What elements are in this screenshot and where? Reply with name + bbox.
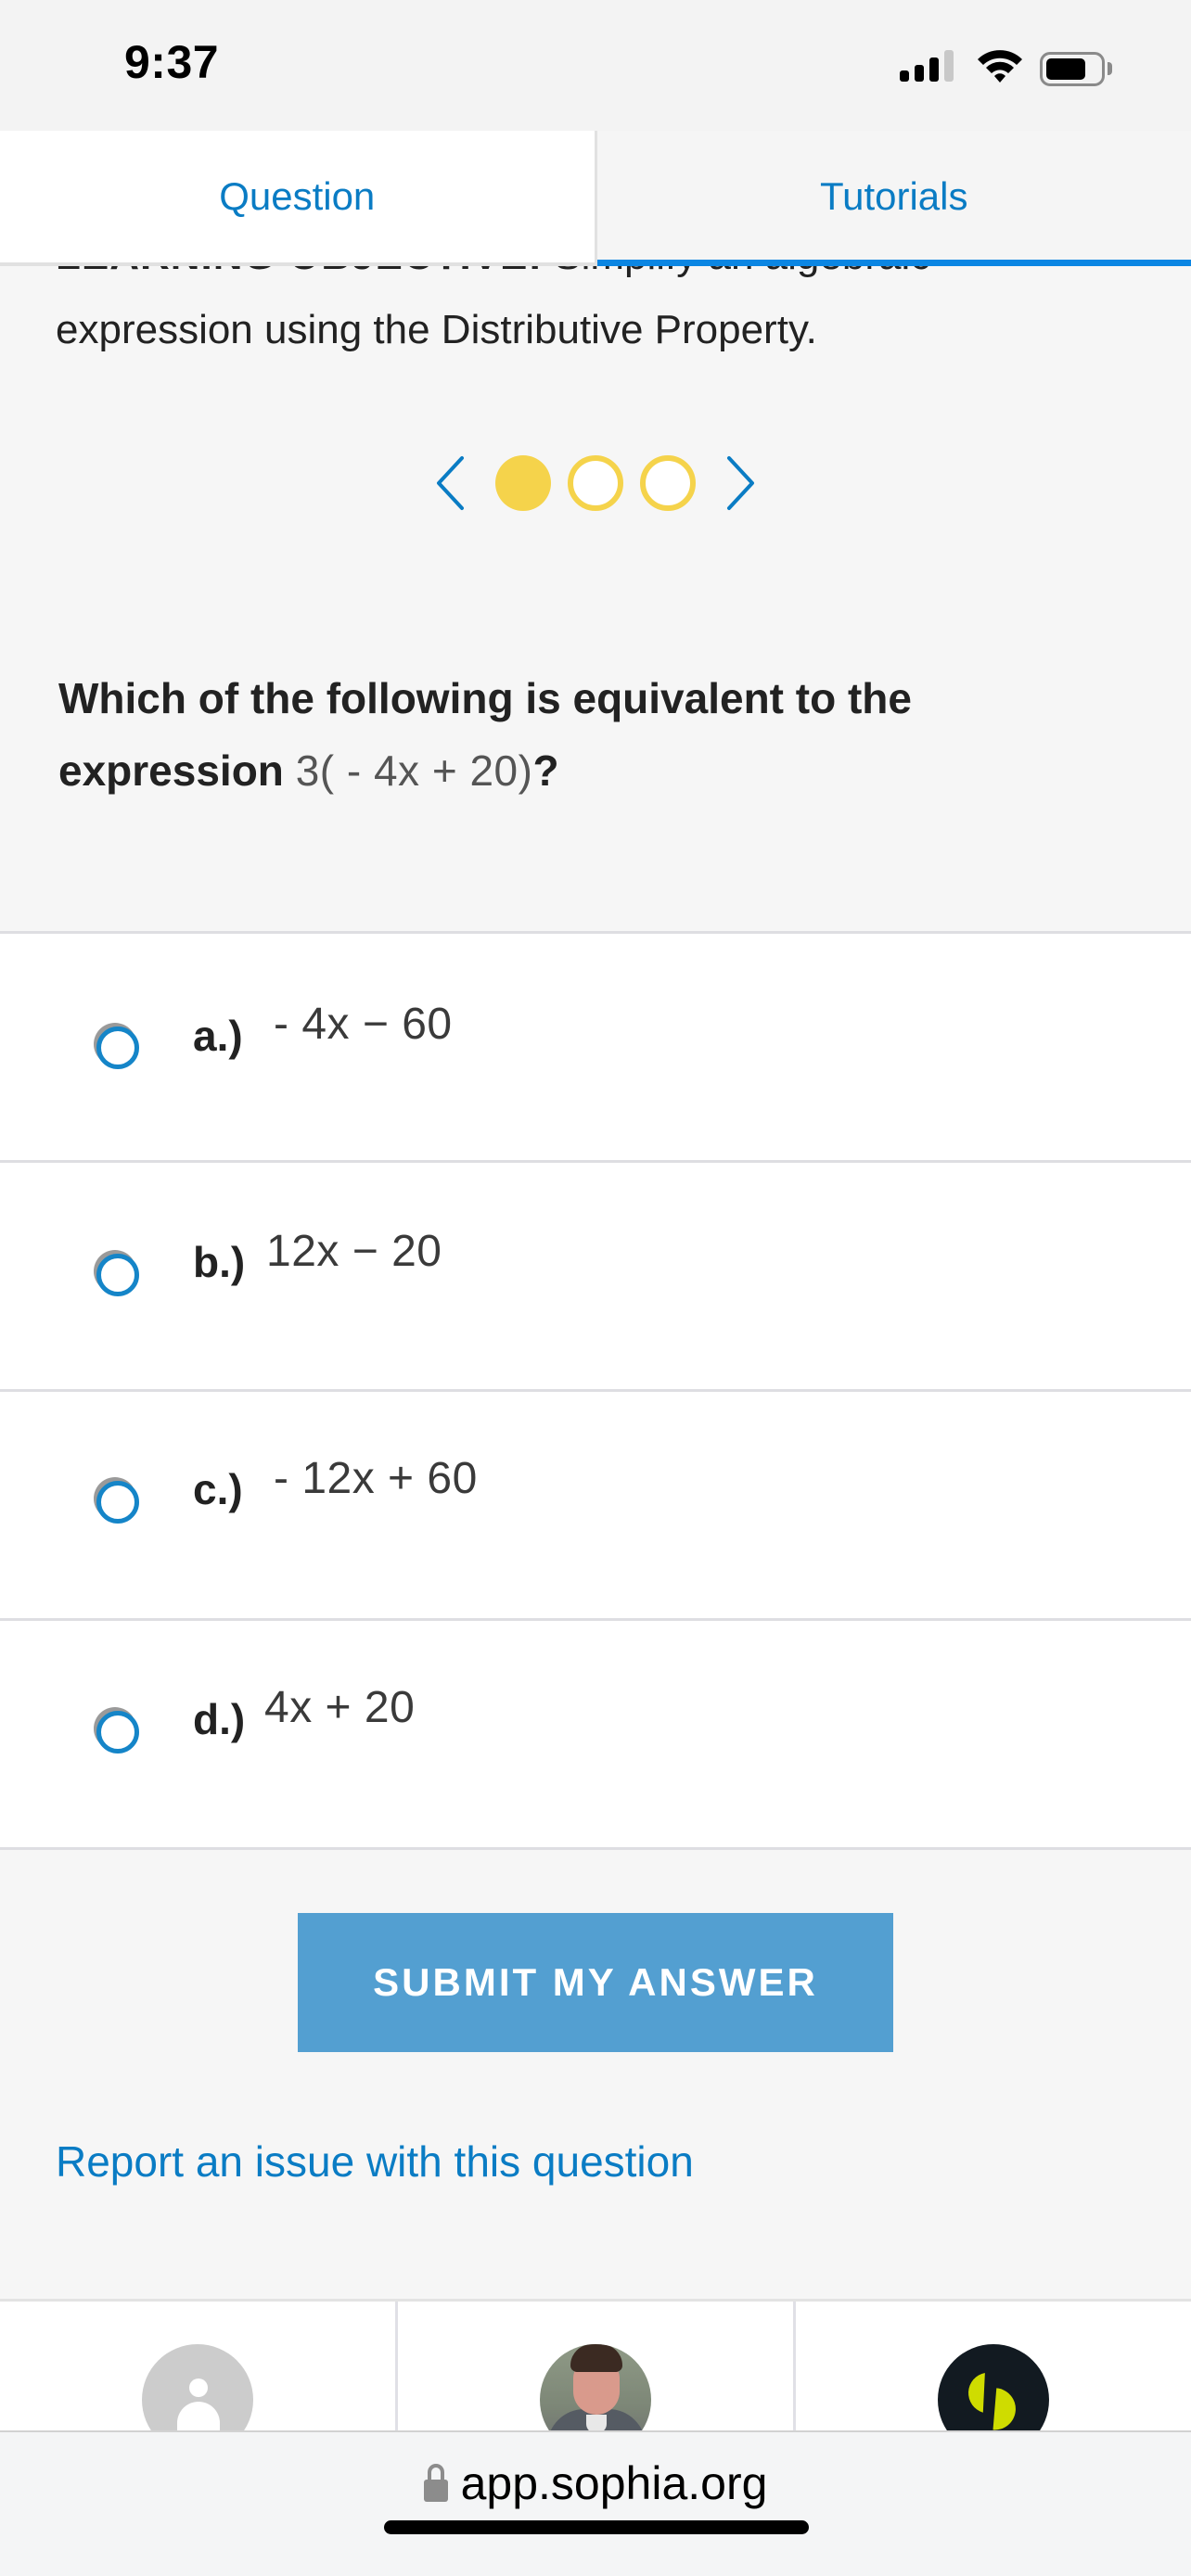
home-indicator[interactable]	[384, 2520, 809, 2534]
question-text: Which of the following is equivalent to …	[58, 662, 1125, 807]
question-content: LEARNING OBJECTIVE: Simplify an algebrai…	[0, 131, 1191, 2430]
option-value: - 4x − 60	[274, 1000, 453, 1049]
pager-dot-2[interactable]	[568, 455, 623, 511]
tab-question[interactable]: Question	[0, 131, 597, 262]
option-value: 4x + 20	[264, 1683, 416, 1732]
pager-dot-3[interactable]	[640, 455, 696, 511]
submit-answer-button[interactable]: SUBMIT MY ANSWER	[298, 1913, 893, 2052]
radio-button-d[interactable]	[96, 1711, 139, 1753]
pager-next-button[interactable]	[721, 454, 762, 512]
cellular-signal-icon	[900, 48, 955, 85]
sophia-logo-mark	[968, 2372, 1016, 2430]
nav-sophia-home[interactable]	[793, 2302, 1191, 2430]
chevron-left-icon	[437, 456, 464, 510]
option-d[interactable]: d.) 4x + 20	[0, 1621, 1191, 1850]
radio-button-b[interactable]	[96, 1254, 139, 1296]
option-value: - 12x + 60	[274, 1454, 478, 1503]
option-b[interactable]: b.) 12x − 20	[0, 1163, 1191, 1392]
option-letter: b.)	[193, 1238, 246, 1286]
lock-icon	[423, 2464, 448, 2503]
battery-icon	[1040, 52, 1105, 86]
nav-profile[interactable]	[0, 2302, 395, 2430]
tutorial-pager	[0, 454, 1191, 512]
option-a[interactable]: a.) - 4x − 60	[0, 934, 1191, 1163]
radio-button-c[interactable]	[96, 1481, 139, 1524]
tab-tutorials[interactable]: Tutorials	[596, 131, 1191, 266]
photo-avatar	[540, 2344, 651, 2430]
pager-dot-1[interactable]	[495, 455, 551, 511]
url-text: app.sophia.org	[460, 2457, 768, 2509]
option-value: 12x − 20	[266, 1227, 442, 1276]
tab-tutorials-label: Tutorials	[820, 174, 968, 218]
tab-active-underline	[596, 260, 1191, 266]
radio-button-a[interactable]	[96, 1027, 139, 1069]
option-letter: c.)	[193, 1465, 243, 1513]
option-c[interactable]: c.) - 12x + 60	[0, 1392, 1191, 1621]
option-letter: a.)	[193, 1012, 243, 1060]
answer-options: a.) - 4x − 60 b.) 12x − 20 c.) - 12x + 6…	[0, 931, 1191, 1850]
chevron-right-icon	[727, 456, 754, 510]
report-issue-link[interactable]: Report an issue with this question	[56, 2136, 694, 2187]
tab-question-label: Question	[219, 174, 376, 218]
battery-level	[1046, 58, 1085, 80]
question-expression: 3( - 4x + 20)	[295, 746, 533, 795]
option-letter: d.)	[193, 1695, 246, 1743]
ios-status-bar: 9:37	[0, 0, 1191, 131]
question-suffix: ?	[532, 746, 559, 795]
question-tab-bar: Question Tutorials	[0, 131, 1191, 266]
wifi-icon	[978, 50, 1022, 83]
bottom-nav	[0, 2299, 1191, 2430]
status-time: 9:37	[124, 36, 220, 88]
user-icon	[142, 2344, 253, 2430]
pager-prev-button[interactable]	[429, 454, 470, 512]
nav-tutor[interactable]	[395, 2302, 793, 2430]
browser-url-bar[interactable]: app.sophia.org	[0, 2430, 1191, 2576]
url-display[interactable]: app.sophia.org	[0, 2456, 1191, 2510]
battery-cap	[1108, 62, 1112, 75]
sophia-logo-icon	[938, 2344, 1049, 2430]
